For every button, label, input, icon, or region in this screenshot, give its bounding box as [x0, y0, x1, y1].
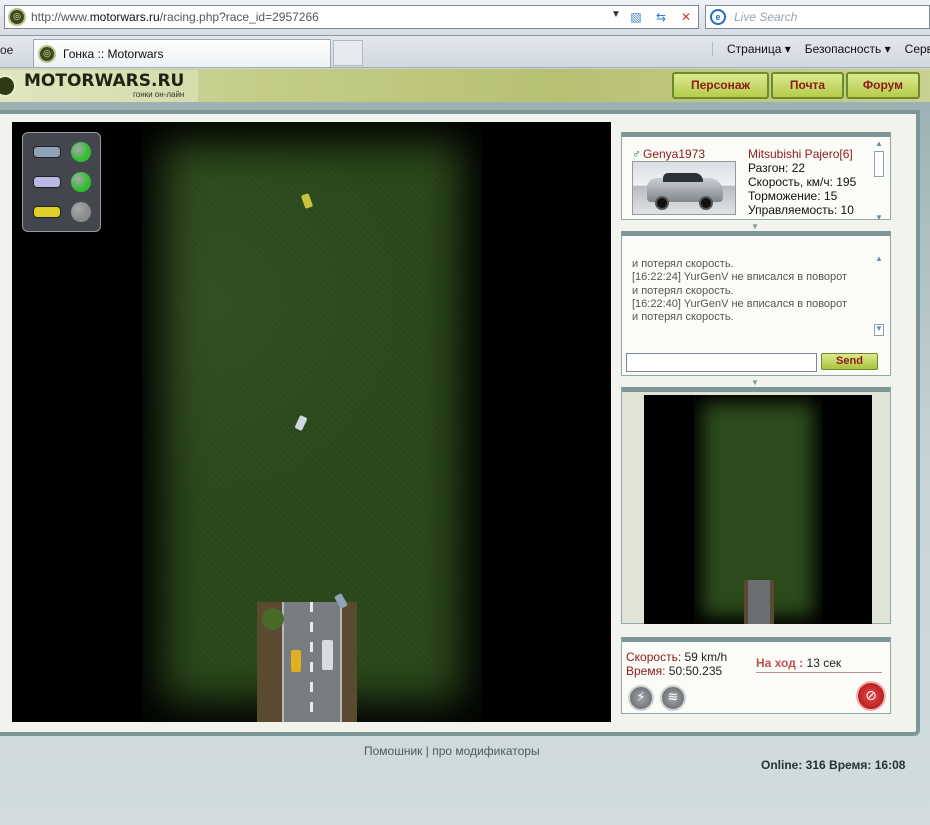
players-legend	[22, 132, 101, 232]
site-logo[interactable]: MOTORWARS.RU гонки он-лайн	[0, 70, 199, 102]
nav-forum-button[interactable]: Форум	[846, 72, 920, 99]
url-text[interactable]: http://www.motorwars.ru/racing.php?race_…	[31, 10, 319, 24]
tab-previous[interactable]: ое	[0, 43, 13, 57]
logo-mark-icon	[0, 75, 16, 97]
site-header: MOTORWARS.RU гонки он-лайн Персонаж Почт…	[0, 69, 930, 102]
search-box[interactable]: e Live Search	[705, 5, 930, 29]
car-photo	[632, 161, 736, 215]
minimap	[644, 395, 872, 624]
legend-car-icon	[33, 146, 61, 158]
tools-menu[interactable]: Серв	[905, 42, 930, 56]
signal-button[interactable]: ≋	[660, 685, 686, 711]
race-field[interactable]	[12, 122, 611, 722]
player-panel: ♂ Genya1973 Mitsubishi Pajero[6] Разгон: …	[621, 132, 891, 222]
logo-subtitle: гонки он-лайн	[133, 90, 185, 99]
speed-readout: Скорость: 59 km/h	[626, 650, 728, 664]
tab-bar: ое ◎ Гонка :: Motorwars Страница ▾ Безоп…	[0, 36, 930, 68]
command-bar: Страница ▾ Безопасность ▾ Серв	[712, 42, 930, 56]
scroll-up-icon[interactable]: ▲	[874, 254, 884, 263]
scroll-up-icon[interactable]: ▲	[874, 139, 884, 148]
search-placeholder: Live Search	[734, 10, 798, 24]
legend-row	[33, 172, 93, 192]
send-button[interactable]: Send	[821, 353, 878, 370]
safety-menu[interactable]: Безопасность ▾	[805, 42, 891, 56]
chat-input[interactable]	[626, 353, 817, 372]
legend-car-icon	[33, 176, 61, 188]
refresh-icon[interactable]: ⇆	[651, 8, 671, 26]
chat-line: и потерял скорость.	[632, 284, 734, 297]
address-bar[interactable]: ◎ http://www.motorwars.ru/racing.php?rac…	[4, 5, 699, 29]
legend-status-icon	[71, 142, 91, 162]
tab-title: Гонка :: Motorwars	[63, 46, 164, 61]
chat-log: и потерял скорость. [16:22:24] YurGenV н…	[632, 258, 872, 324]
player-scrollbar[interactable]: ▲ ▼	[874, 139, 886, 222]
page-menu[interactable]: Страница ▾	[727, 42, 791, 56]
nav-character-button[interactable]: Персонаж	[672, 72, 769, 99]
footer-online-stats: Online: 316 Время: 16:08	[761, 758, 906, 772]
race-status-panel: Скорость: 59 km/h Время: 50:50.235 На хо…	[621, 637, 891, 714]
truck-tanker-sprite	[322, 640, 333, 670]
nitro-button[interactable]: ⚡	[628, 685, 654, 711]
live-search-icon: e	[710, 9, 726, 25]
legend-status-icon	[71, 172, 91, 192]
scroll-down-icon[interactable]: ▼	[874, 324, 884, 333]
quit-race-button[interactable]: ⊘	[856, 681, 886, 711]
chat-scrollbar[interactable]: ▲ ▼	[874, 254, 886, 336]
stat-acceleration: Разгон: 22	[748, 161, 806, 175]
stat-braking: Торможение: 15	[748, 189, 838, 203]
legend-row	[33, 142, 93, 162]
male-icon: ♂	[632, 147, 641, 161]
compatibility-view-icon[interactable]: ▧	[626, 8, 646, 26]
stat-handling: Управляемость: 10	[748, 203, 854, 217]
chat-line: и потерял скорость.	[632, 258, 734, 270]
site-favicon-icon: ◎	[8, 8, 26, 26]
stat-speed: Скорость, км/ч: 195	[748, 175, 857, 189]
collapse-arrow-icon[interactable]: ▼	[751, 222, 759, 231]
minimap-track	[744, 580, 774, 624]
legend-status-icon	[71, 202, 91, 222]
footer-links[interactable]: Помошник | про модификаторы	[364, 744, 540, 758]
minimap-panel	[621, 387, 891, 624]
player-scroll-thumb[interactable]	[874, 151, 884, 177]
scroll-down-icon[interactable]: ▼	[874, 213, 884, 222]
chat-line: и потерял скорость.	[632, 311, 734, 324]
legend-row	[33, 202, 93, 222]
tab-favicon-icon: ◎	[38, 44, 56, 63]
tab-active[interactable]: ◎ Гонка :: Motorwars	[33, 39, 331, 67]
turn-timer: На ход : 13 сек	[756, 656, 882, 673]
car-wheel	[655, 196, 669, 210]
time-readout: Время: 50:50.235	[626, 664, 723, 678]
bush-sprite	[262, 608, 284, 630]
chat-line: [16:22:24] YurGenV не вписался в поворот	[632, 271, 848, 284]
address-toolbar: ◎ http://www.motorwars.ru/racing.php?rac…	[0, 0, 930, 36]
track-lane-marking	[310, 602, 313, 722]
legend-car-icon	[33, 206, 61, 218]
url-dropdown-icon[interactable]: ▼	[611, 9, 621, 20]
collapse-arrow-icon[interactable]: ▼	[751, 378, 759, 387]
player-name[interactable]: ♂ Genya1973	[632, 147, 705, 161]
car-model: Mitsubishi Pajero[6]	[748, 147, 853, 161]
nav-mail-button[interactable]: Почта	[771, 72, 844, 99]
chat-panel: и потерял скорость. [16:22:24] YurGenV н…	[621, 231, 891, 376]
truck-yellow-sprite	[291, 650, 301, 672]
new-tab-button[interactable]	[333, 40, 363, 66]
chat-line: [16:22:40] YurGenV не вписался в поворот	[632, 297, 848, 310]
stop-icon[interactable]: ✕	[676, 8, 696, 26]
logo-name: MOTORWARS.RU	[24, 71, 185, 91]
car-window	[663, 173, 703, 182]
car-wheel	[699, 196, 713, 210]
